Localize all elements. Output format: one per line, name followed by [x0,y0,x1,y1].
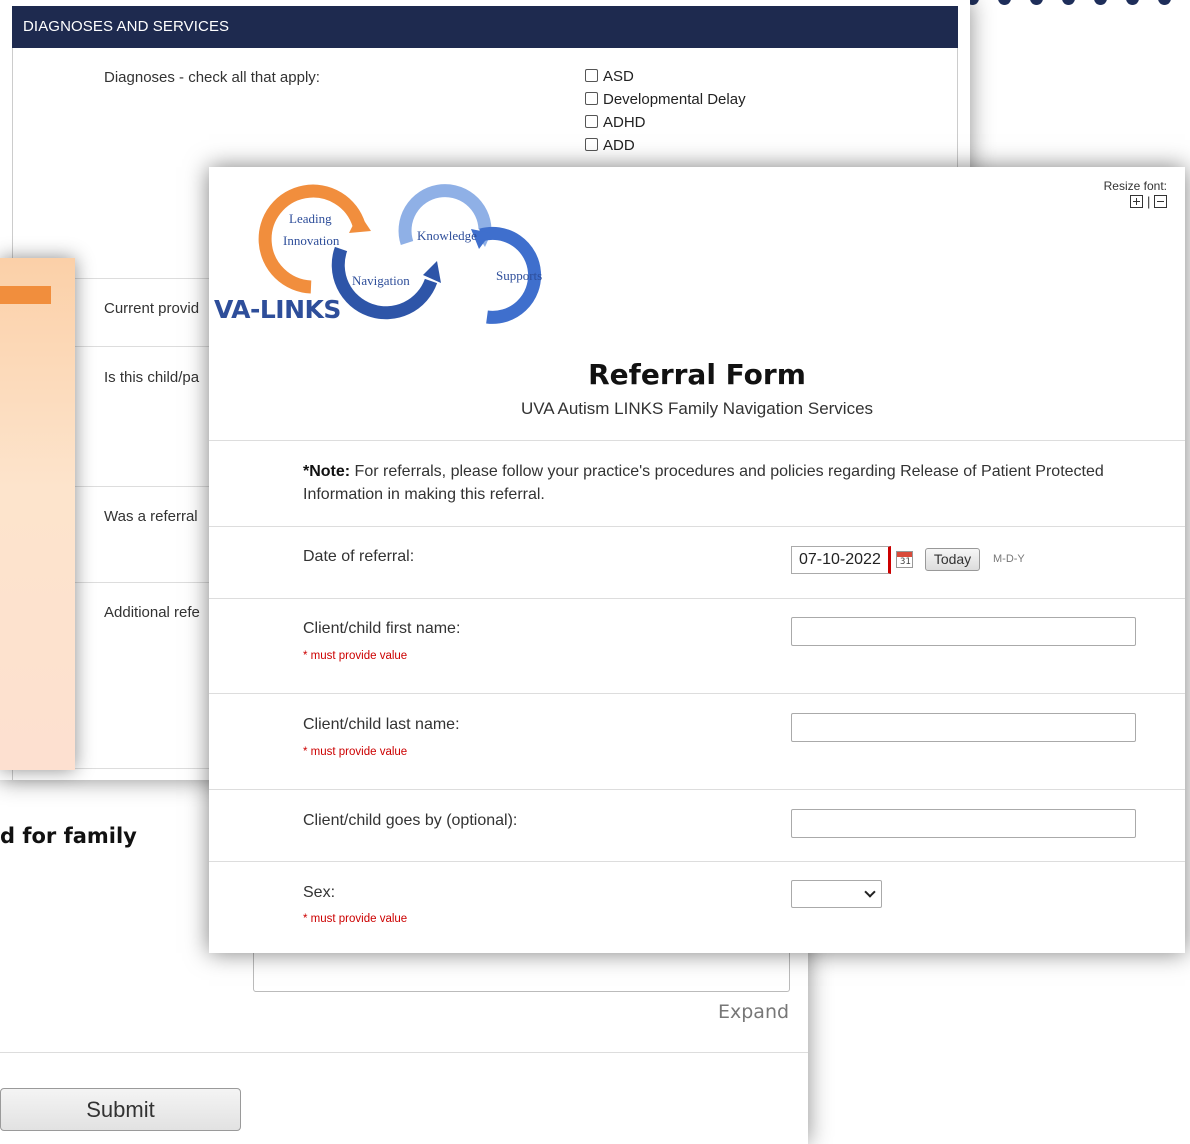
section-header: DIAGNOSES AND SERVICES [12,6,958,48]
checkbox-label: Developmental Delay [603,91,746,108]
checkbox-option[interactable]: Developmental Delay [585,90,746,113]
first-name-label: Client/child first name: [303,620,461,637]
date-format-hint: M-D-Y [993,553,1025,565]
decorative-dots [966,0,1190,8]
child-question-label: Is this child/pa [104,369,200,386]
required-note: * must provide value [303,746,408,758]
current-provider-label: Current provid [104,300,200,317]
today-button[interactable]: Today [925,548,980,571]
logo-word: Innovation [283,233,340,248]
additional-label: Additional refe [104,604,200,621]
divider [209,693,1185,694]
checkbox-option[interactable]: ADD [585,136,746,159]
logo-word: Leading [289,211,332,226]
decrease-font-icon[interactable] [1154,195,1167,208]
goes-by-label: Client/child goes by (optional): [303,812,518,829]
resize-font-label: Resize font: [1103,179,1167,193]
page-subtitle: UVA Autism LINKS Family Navigation Servi… [520,399,874,418]
first-name-field[interactable] [791,617,1136,646]
increase-font-icon[interactable] [1130,195,1144,208]
checkbox-label: ADHD [603,114,646,131]
last-name-label: Client/child last name: [303,716,460,733]
note-label: *Note: [303,463,351,480]
logo-brand-text: VA-LINKS [214,295,341,324]
va-links-logo: Leading Innovation Navigation Knowledge … [209,177,579,327]
divider [209,789,1185,790]
referral-form-panel: Resize font: | Leading Innovation Naviga… [209,167,1185,953]
date-label: Date of referral: [303,548,415,565]
divider [209,440,1185,441]
calendar-icon[interactable]: 31 [896,551,913,568]
note-text: For referrals, please follow your practi… [303,463,1104,503]
checkbox[interactable] [585,115,598,128]
referral-question-label: Was a referral [104,508,198,525]
resize-separator: | [1146,194,1151,209]
checkbox-label: ADD [603,137,635,154]
page-title: Referral Form [588,358,806,391]
required-note: * must provide value [303,913,408,925]
logo-word: Supports [496,268,542,283]
chevron-down-icon [864,886,876,898]
date-input[interactable]: 07-10-2022 [791,546,891,574]
submit-button[interactable]: Submit [0,1088,241,1131]
last-name-field[interactable] [791,713,1136,742]
logo-word: Navigation [352,273,410,288]
calendar-day: 31 [900,557,911,567]
section-heading: d for family [0,824,137,848]
divider [209,598,1185,599]
checkbox-option[interactable]: ADHD [585,113,746,136]
resize-font-control: Resize font: | [1104,179,1167,209]
sex-select[interactable] [791,880,882,908]
logo-word: Knowledge [417,228,477,243]
privacy-note: *Note: For referrals, please follow your… [303,460,1153,506]
checkbox[interactable] [585,92,598,105]
divider [209,526,1185,527]
divider [0,1052,808,1053]
checkbox[interactable] [585,138,598,151]
orange-gradient-panel [0,258,75,770]
checkbox[interactable] [585,69,598,82]
expand-link[interactable]: Expand [718,1001,789,1023]
diagnoses-checkbox-list: ASD Developmental Delay ADHD ADD [585,67,746,159]
orange-accent-bar [0,286,51,304]
divider [209,861,1185,862]
checkbox-option[interactable]: ASD [585,67,746,90]
required-note: * must provide value [303,650,408,662]
goes-by-field[interactable] [791,809,1136,838]
sex-label: Sex: [303,884,336,901]
diagnoses-label: Diagnoses - check all that apply: [104,69,320,86]
checkbox-label: ASD [603,68,634,85]
